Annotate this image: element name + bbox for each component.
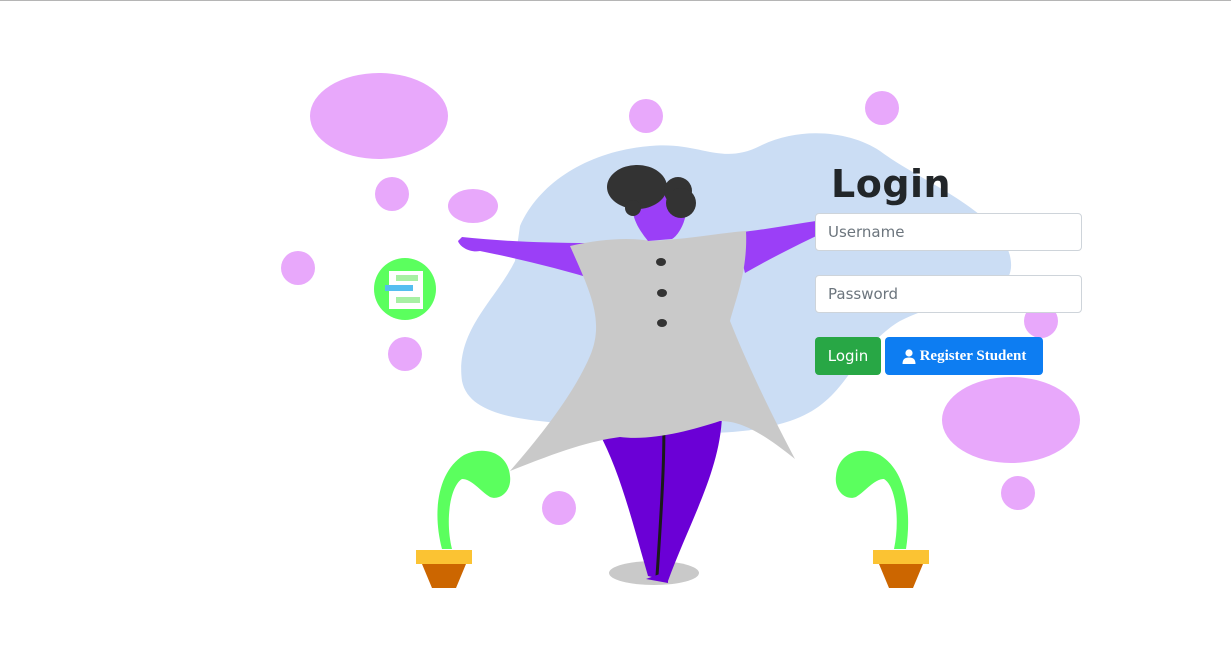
user-icon <box>902 348 916 364</box>
password-input[interactable] <box>815 275 1082 313</box>
register-student-button[interactable]: Register Student <box>885 337 1043 375</box>
register-button-label: Register Student <box>919 347 1027 364</box>
login-button-label: Login <box>827 347 869 365</box>
left-potted-plant <box>416 450 511 588</box>
login-button[interactable]: Login <box>815 337 881 375</box>
login-title: Login <box>831 162 952 206</box>
login-page: Login Login Register Student <box>0 0 1231 657</box>
right-potted-plant <box>835 450 929 588</box>
username-input[interactable] <box>815 213 1082 251</box>
document-badge-icon <box>374 258 436 320</box>
person-with-plants-illustration <box>281 73 1080 588</box>
